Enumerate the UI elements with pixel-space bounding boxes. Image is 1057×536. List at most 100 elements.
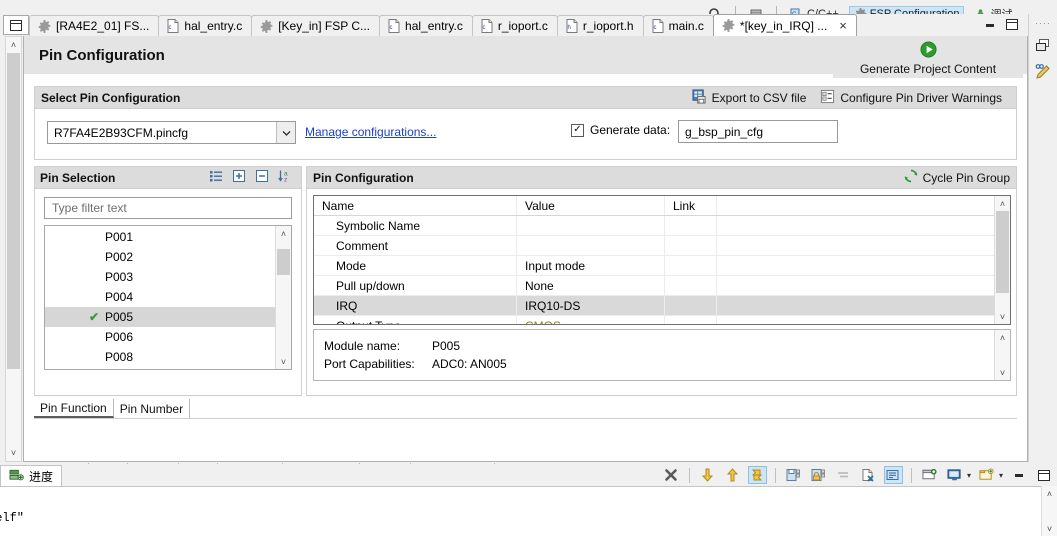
configure-pin-driver-warnings-button[interactable]: Configure Pin Driver Warnings — [820, 89, 1002, 107]
clear-console-icon[interactable] — [834, 466, 853, 484]
table-row-selected[interactable]: IRQ IRQ10-DS — [314, 296, 994, 316]
row-link[interactable] — [665, 316, 717, 324]
perspective-debug[interactable]: 调试 — [970, 5, 1016, 14]
list-item[interactable]: P004 — [45, 287, 275, 307]
row-value[interactable]: CMOS — [517, 316, 665, 324]
pin-console-icon[interactable] — [920, 466, 939, 484]
table-row[interactable]: Output Type CMOS — [314, 316, 994, 324]
tab-pin-number[interactable]: Pin Number — [113, 399, 191, 418]
scroll-down-arrow[interactable]: ˅ — [11, 445, 16, 461]
console-output[interactable]: elf" — [0, 486, 1057, 536]
column-header-link[interactable]: Link — [665, 196, 717, 215]
close-icon[interactable]: × — [839, 19, 847, 32]
list-view-icon[interactable] — [209, 169, 223, 186]
collapse-all-icon[interactable] — [255, 169, 269, 186]
perspective-cpp[interactable]: C C/C++ — [786, 7, 843, 14]
list-item[interactable]: P008 — [45, 347, 275, 367]
outline-pencil-icon[interactable] — [1033, 62, 1053, 82]
scrollbar-thumb[interactable] — [277, 249, 290, 275]
save-console-icon[interactable] — [784, 466, 803, 484]
scrollbar-thumb[interactable] — [996, 211, 1009, 293]
editor-tab-key-in-fsp[interactable]: [Key_in] FSP C... — [251, 15, 381, 36]
list-item[interactable]: P013 — [45, 367, 275, 369]
pin-tree-scrollbar[interactable]: ˄ ˅ — [275, 226, 291, 369]
editor-tab-ra4e2-01-fsp[interactable]: [RA4E2_01] FS... — [29, 15, 160, 36]
tab-pin-function[interactable]: Pin Function — [34, 399, 114, 418]
cycle-pin-group-button[interactable]: Cycle Pin Group — [904, 169, 1010, 186]
row-link[interactable] — [665, 236, 717, 255]
pin-properties-table[interactable]: Name Value Link Symbolic Name Comment Mo… — [313, 195, 1011, 325]
restore-editor-button[interactable] — [3, 15, 29, 35]
scrollbar-thumb[interactable] — [7, 53, 20, 369]
remove-console-icon[interactable] — [859, 466, 878, 484]
scroll-down-arrow[interactable]: ˅ — [281, 354, 286, 369]
editor-tab-main-c[interactable]: c main.c — [642, 15, 714, 36]
editor-tab-hal-entry-c-1[interactable]: c hal_entry.c — [158, 15, 253, 36]
row-value[interactable]: None — [517, 276, 665, 295]
terminate-icon[interactable] — [662, 466, 681, 484]
maximize-editor-button[interactable] — [1006, 19, 1018, 33]
scroll-down-arrow[interactable]: ˅ — [1000, 365, 1005, 380]
editor-tab-r-ioport-c[interactable]: c r_ioport.c — [471, 15, 558, 36]
editor-tab-hal-entry-c-2[interactable]: c hal_entry.c — [379, 15, 473, 36]
column-header-name[interactable]: Name — [314, 196, 517, 215]
toggle-swap-icon[interactable] — [747, 466, 767, 484]
generate-data-checkbox[interactable]: ✓ — [571, 123, 584, 137]
tab-progress[interactable]: 进度 — [0, 465, 63, 486]
table-row[interactable]: Mode Input mode — [314, 256, 994, 276]
open-perspective-icon[interactable] — [745, 6, 767, 14]
editor-tab-r-ioport-h[interactable]: h r_ioport.h — [556, 15, 644, 36]
lock-console-icon[interactable] — [809, 466, 828, 484]
export-to-csv-button[interactable]: Export to CSV file — [692, 88, 806, 107]
list-item[interactable]: P002 — [45, 247, 275, 267]
pin-configuration-select[interactable]: R7FA4E2B93CFM.pincfg — [47, 121, 296, 144]
scroll-up-arrow[interactable]: ˄ — [1000, 330, 1005, 345]
editor-area-vertical-scrollbar[interactable]: ˄ ˅ — [5, 36, 22, 462]
minimize-editor-button[interactable] — [984, 20, 996, 33]
row-value[interactable]: Input mode — [517, 256, 665, 275]
list-item-selected[interactable]: ✔ P005 — [45, 307, 275, 327]
scroll-down-arrow[interactable]: ˅ — [1000, 309, 1005, 324]
console-vertical-scrollbar[interactable]: ˄ ˅ — [1041, 486, 1057, 536]
list-item[interactable]: P001 — [45, 227, 275, 247]
list-item[interactable]: P003 — [45, 267, 275, 287]
row-link[interactable] — [665, 216, 717, 235]
manage-configurations-link[interactable]: Manage configurations... — [305, 125, 436, 139]
pin-info-scrollbar[interactable]: ˄ ˅ — [994, 330, 1010, 380]
sort-alpha-icon[interactable]: az — [278, 169, 293, 186]
table-row[interactable]: Symbolic Name — [314, 216, 994, 236]
display-console-icon[interactable] — [945, 466, 964, 484]
scroll-up-arrow[interactable]: ˄ — [281, 226, 286, 241]
generate-project-content-button[interactable]: Generate Project Content — [833, 38, 1023, 78]
pin-filter-input[interactable]: Type filter text — [44, 197, 292, 219]
chevron-down-icon[interactable]: ▾ — [967, 471, 971, 480]
minimize-console-button[interactable] — [1009, 466, 1028, 484]
scroll-up-arrow[interactable]: ˄ — [1000, 196, 1005, 211]
list-item[interactable]: P006 — [45, 327, 275, 347]
word-wrap-icon[interactable] — [883, 466, 903, 484]
generate-data-input[interactable]: g_bsp_pin_cfg — [678, 120, 838, 143]
restore-view-icon[interactable] — [1033, 35, 1053, 55]
scroll-down-icon[interactable] — [698, 466, 717, 484]
editor-tab-key-in-irq[interactable]: *[key_in_IRQ] ... × — [712, 14, 857, 36]
pin-properties-scrollbar[interactable]: ˄ ˅ — [994, 196, 1010, 324]
new-console-icon[interactable] — [977, 466, 996, 484]
row-link[interactable] — [665, 276, 717, 295]
drag-handle-dots[interactable]: ···· — [1035, 18, 1051, 28]
chevron-down-icon[interactable] — [276, 122, 295, 143]
search-icon[interactable] — [704, 6, 726, 14]
row-link[interactable] — [665, 296, 717, 315]
row-value[interactable]: IRQ10-DS — [517, 296, 665, 315]
table-row[interactable]: Comment — [314, 236, 994, 256]
perspective-fsp-configuration[interactable]: FSP Configuration — [848, 5, 965, 14]
scroll-up-arrow[interactable]: ˄ — [1047, 486, 1052, 501]
chevron-down-icon-2[interactable]: ▾ — [999, 471, 1003, 480]
maximize-console-button[interactable] — [1034, 466, 1053, 484]
column-header-value[interactable]: Value — [517, 196, 665, 215]
scroll-down-arrow[interactable]: ˅ — [1047, 521, 1052, 536]
row-value[interactable] — [517, 216, 665, 235]
row-value[interactable] — [517, 236, 665, 255]
scroll-up-icon[interactable] — [723, 466, 742, 484]
scroll-up-arrow[interactable]: ˄ — [11, 37, 16, 53]
expand-all-icon[interactable] — [232, 169, 246, 186]
